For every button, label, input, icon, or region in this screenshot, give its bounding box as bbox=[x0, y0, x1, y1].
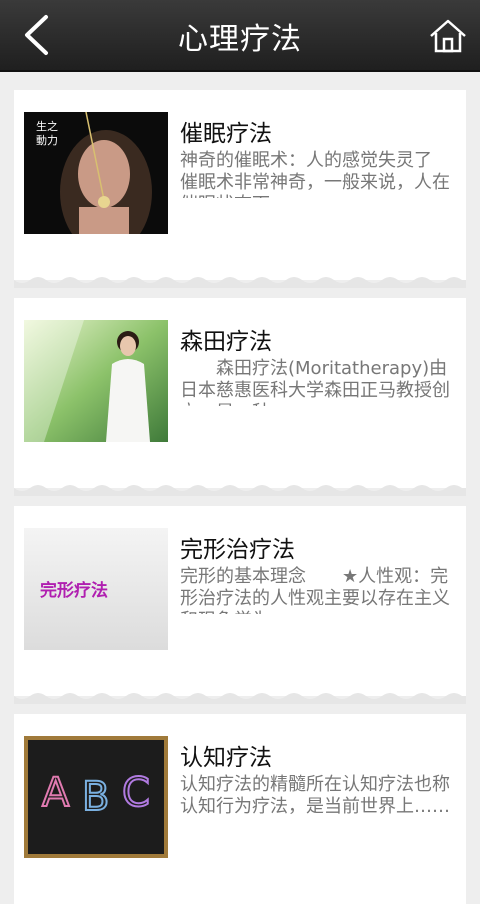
item-title: 森田疗法 bbox=[180, 329, 272, 355]
list-item[interactable]: 生之 動力 催眠疗法 神奇的催眠术：人的感觉失灵了 催眠术非常神奇，一般来说，人… bbox=[14, 90, 466, 288]
list-item[interactable]: 森田疗法 森田疗法(Moritatherapy)由日本慈惠医科大学森田正马教授创… bbox=[14, 298, 466, 496]
thumbnail-image: A B C bbox=[24, 736, 168, 858]
item-title: 催眠疗法 bbox=[180, 121, 272, 147]
svg-text:C: C bbox=[122, 770, 150, 816]
item-description: 神奇的催眠术：人的感觉失灵了 催眠术非常神奇，一般来说，人在催眠状态下…… bbox=[180, 150, 456, 198]
list-item[interactable]: 完形疗法 完形治疗法 完形的基本理念 ★人性观：完形治疗法的人性观主要以存在主义… bbox=[14, 506, 466, 704]
list-item[interactable]: A B C 认知疗法 认知疗法的精髓所在认知疗法也称认知行为疗法，是当前世界上…… bbox=[14, 714, 466, 904]
item-description: 完形的基本理念 ★人性观：完形治疗法的人性观主要以存在主义和现象学为…… bbox=[180, 566, 450, 614]
svg-text:A: A bbox=[42, 770, 70, 816]
card-edge-decoration bbox=[14, 485, 466, 496]
item-title: 认知疗法 bbox=[180, 745, 272, 771]
thumbnail-image bbox=[24, 320, 168, 442]
item-description: 认知疗法的精髓所在认知疗法也称认知行为疗法，是当前世界上…… bbox=[180, 774, 450, 817]
thumbnail-image: 生之 動力 bbox=[24, 112, 168, 234]
top-bar: 心理疗法 bbox=[0, 0, 480, 72]
thumbnail-label: 完形疗法 bbox=[40, 581, 108, 601]
logo-text-2: 動力 bbox=[36, 133, 58, 147]
svg-text:B: B bbox=[82, 774, 109, 820]
home-button[interactable] bbox=[426, 14, 470, 58]
item-title: 完形治疗法 bbox=[180, 537, 295, 563]
item-description: 森田疗法(Moritatherapy)由日本慈惠医科大学森田正马教授创立，是一种… bbox=[180, 358, 450, 406]
home-icon bbox=[430, 19, 466, 53]
thumbnail-image: 完形疗法 bbox=[24, 528, 168, 650]
page-title: 心理疗法 bbox=[178, 22, 302, 57]
card-edge-decoration bbox=[14, 693, 466, 704]
card-edge-decoration bbox=[14, 277, 466, 288]
logo-text-1: 生之 bbox=[36, 119, 58, 133]
